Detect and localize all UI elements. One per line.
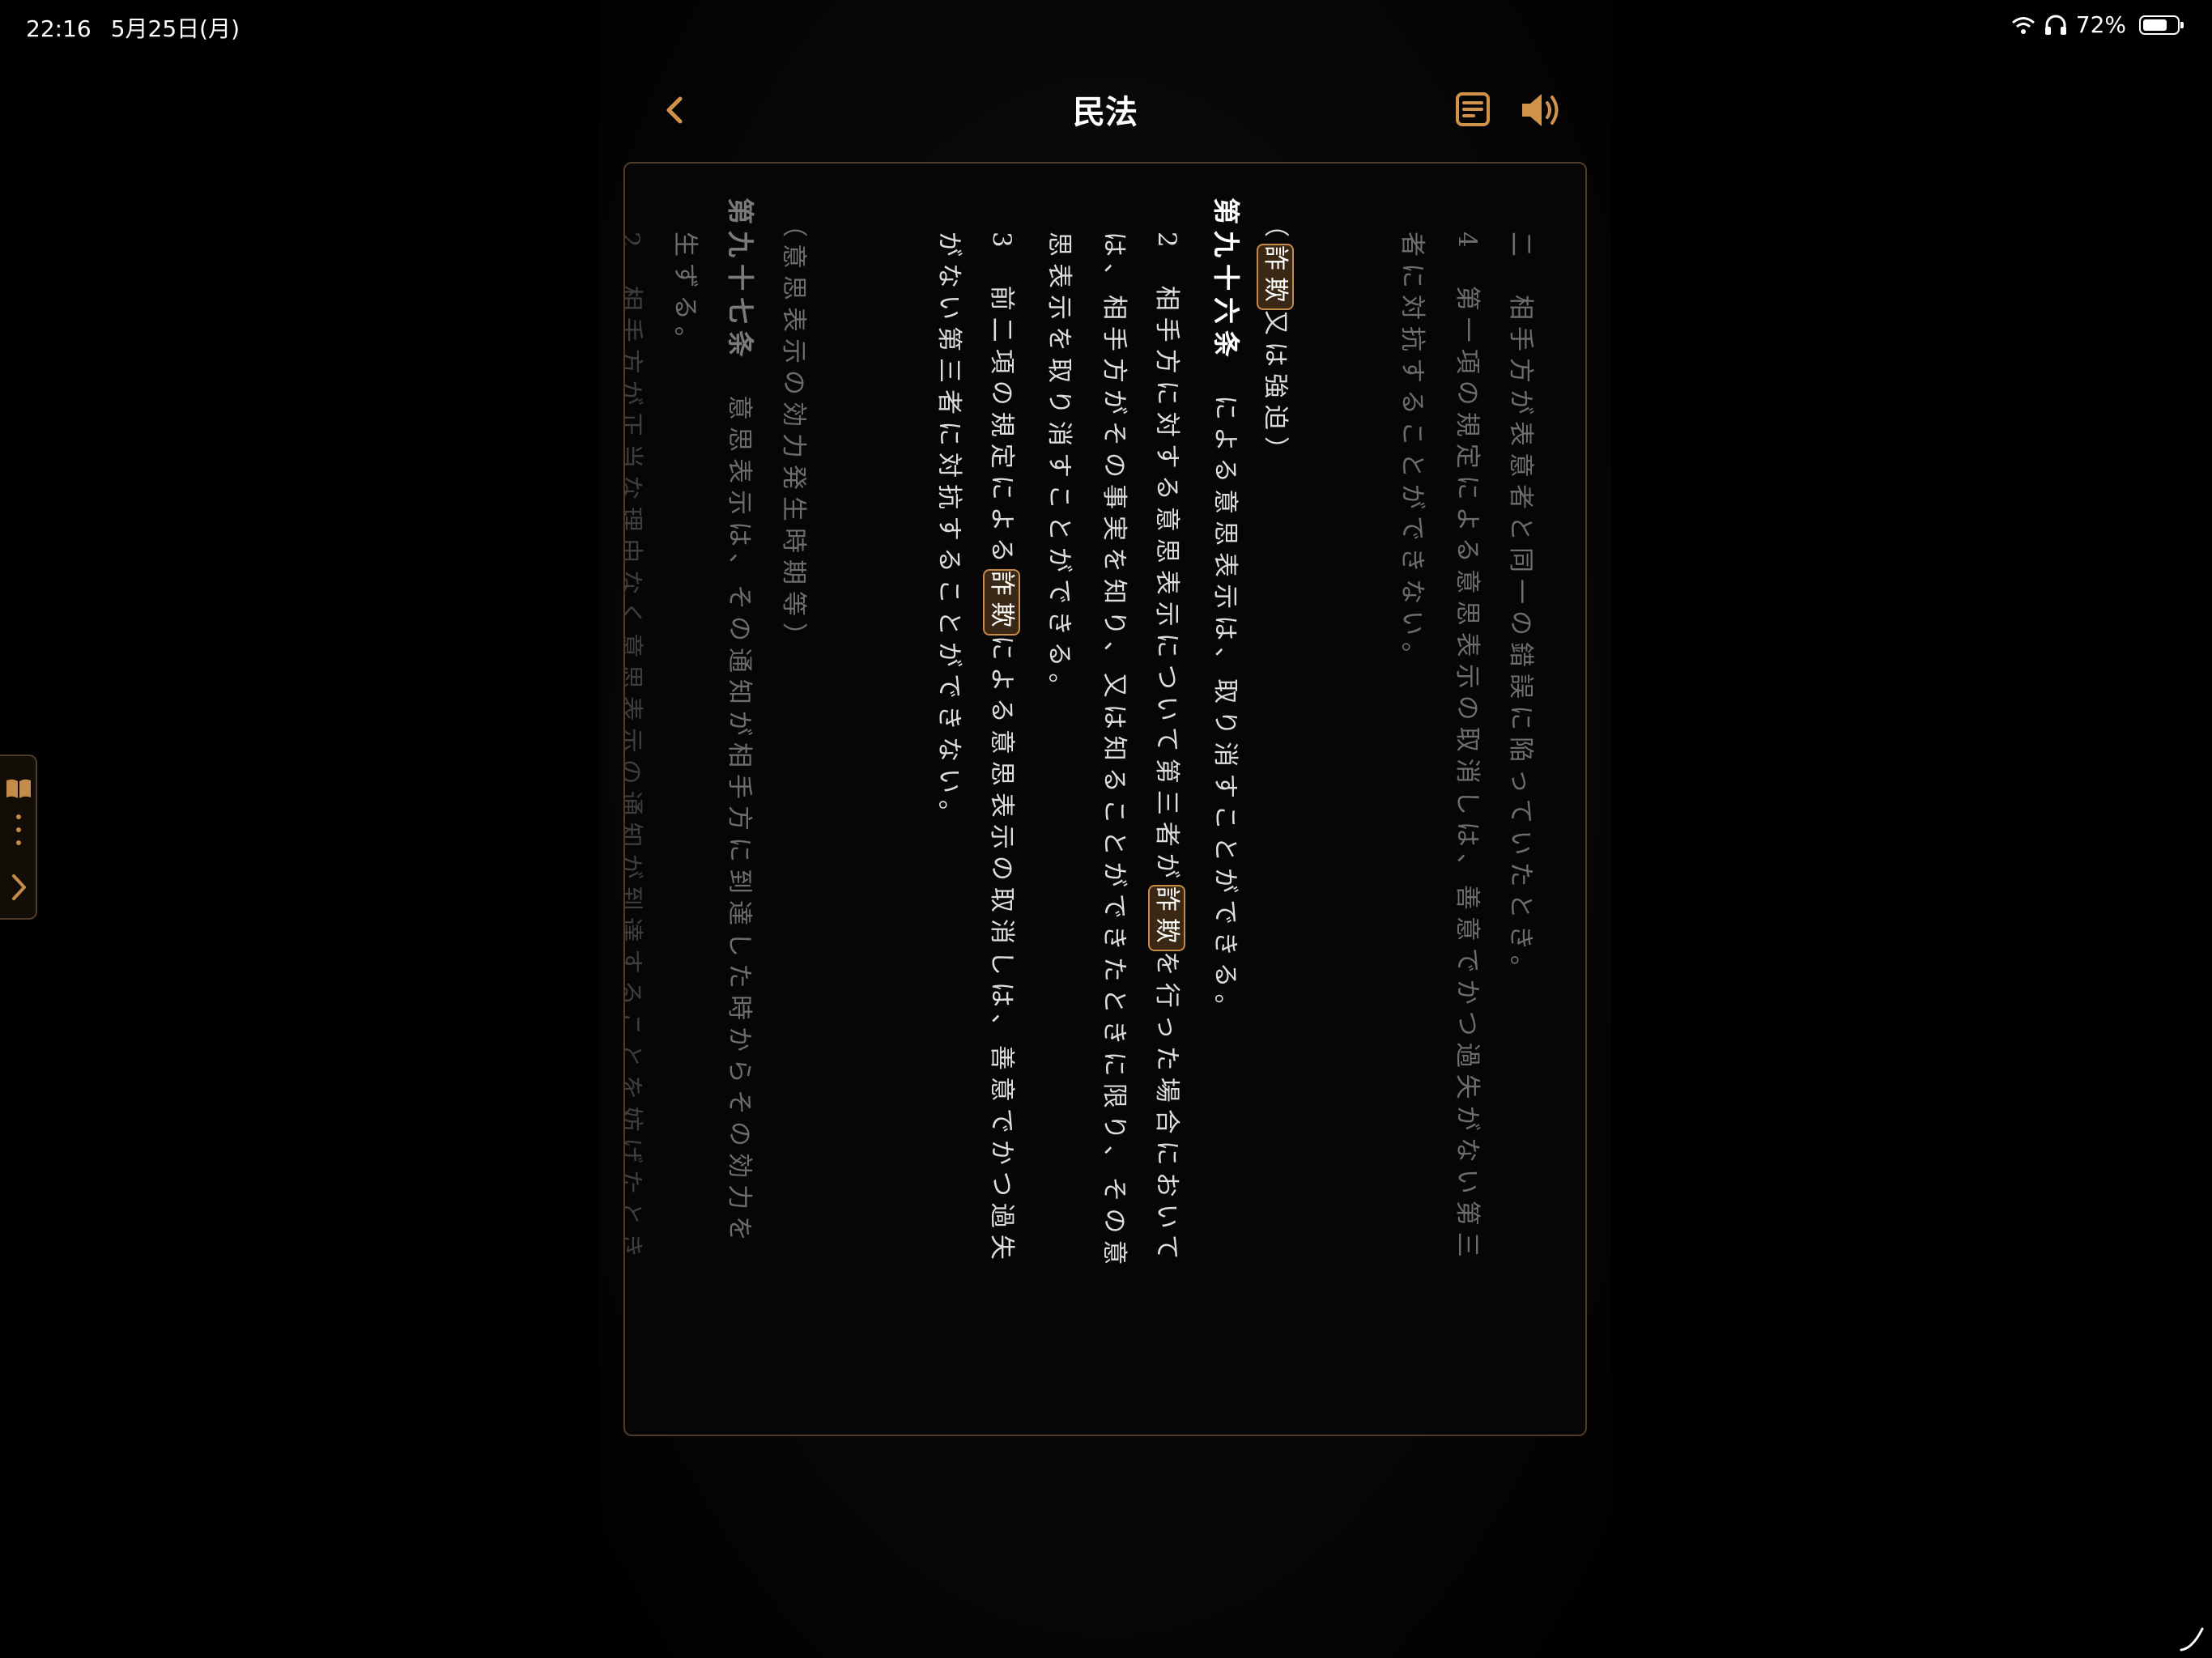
text-column: 思表示を取り消すことができる。 xyxy=(1044,232,1074,705)
article-96-first-column: 第九十六条 による意思表示は、取り消すことができる。 xyxy=(1209,198,1242,1025)
headphones-icon xyxy=(2044,15,2066,35)
highlight-term[interactable]: 詐欺 xyxy=(1148,884,1185,951)
chevron-left-icon xyxy=(666,96,683,124)
heading-rest: 又は強迫） xyxy=(1261,310,1290,468)
article-97-number: 第九十七条 xyxy=(725,198,756,363)
article-97-heading: （意思表示の効力発生時期等） xyxy=(779,212,808,654)
status-time: 22:16 xyxy=(26,15,91,42)
chevron-right-icon xyxy=(12,874,26,900)
article-96-paragraph-2: 2 相手方に対する意思表示について第三者が詐欺を行った場合において xyxy=(1148,232,1185,1266)
back-button[interactable] xyxy=(657,87,693,133)
more-dots-icon xyxy=(16,814,21,853)
battery-percent: 72% xyxy=(2075,11,2126,38)
book-icon xyxy=(6,779,31,798)
page-title: 民法 xyxy=(1073,93,1138,131)
status-bar-left: 22:16 5月25日(月) xyxy=(26,11,259,44)
text-column: 4 第一項の規定による意思表示の取消しは、善意でかつ過失がない第三 xyxy=(1453,232,1482,1264)
text-column: がない第三者に対抗することができない。 xyxy=(934,232,963,831)
article-97-first-column: 第九十七条 意思表示は、その通知が相手方に到達した時からその効力を xyxy=(723,198,756,1248)
text-column: 生ずる。 xyxy=(670,232,700,358)
note-icon xyxy=(1456,92,1490,126)
law-text-page[interactable]: 二 相手方が表意者と同一の錯誤に陥っていたとき。 4 第一項の規定による意思表示… xyxy=(623,162,1587,1436)
p2-post: を行った場合において xyxy=(1152,950,1181,1266)
highlight-term[interactable]: 詐欺 xyxy=(1257,244,1294,310)
article-97-paragraph-1: 意思表示は、その通知が相手方に到達した時からその効力を xyxy=(725,395,754,1248)
pencil-indicator-icon xyxy=(2180,1627,2204,1652)
heading-paren: （ xyxy=(1261,212,1290,244)
article-96-paragraph-3: 3 前二項の規定による詐欺による意思表示の取消しは、善意でかつ過失 xyxy=(983,232,1020,1266)
article-96-number: 第九十六条 xyxy=(1210,198,1242,363)
read-aloud-button[interactable] xyxy=(1519,89,1564,131)
status-bar-right: 72% xyxy=(2011,11,2184,38)
text-column: 者に対抗することができない。 xyxy=(1397,232,1427,674)
text-column: は、相手方がその事実を知り、又は知ることができたときに限り、その意 xyxy=(1100,232,1129,1272)
note-button[interactable] xyxy=(1454,91,1491,128)
text-column: 2 相手方が正当な理由なく意思表示の通知が到達することを妨げたとき xyxy=(623,232,644,1265)
p3-post: による意思表示の取消しは、善意でかつ過失 xyxy=(987,635,1016,1266)
status-date: 5月25日(月) xyxy=(110,15,240,42)
article-96-paragraph-1: による意思表示は、取り消すことができる。 xyxy=(1210,395,1240,1026)
side-panel-tab[interactable] xyxy=(0,755,37,920)
battery-icon xyxy=(2139,15,2184,35)
highlight-term[interactable]: 詐欺 xyxy=(983,568,1020,636)
article-96-heading: （詐欺又は強迫） xyxy=(1257,212,1294,468)
speaker-icon xyxy=(1522,94,1559,126)
p3-pre: 3 前二項の規定による xyxy=(987,232,1016,569)
p2-pre: 2 相手方に対する意思表示について第三者が xyxy=(1152,232,1181,885)
wifi-icon xyxy=(2011,16,2035,34)
text-column: 二 相手方が表意者と同一の錯誤に陥っていたとき。 xyxy=(1506,232,1535,987)
